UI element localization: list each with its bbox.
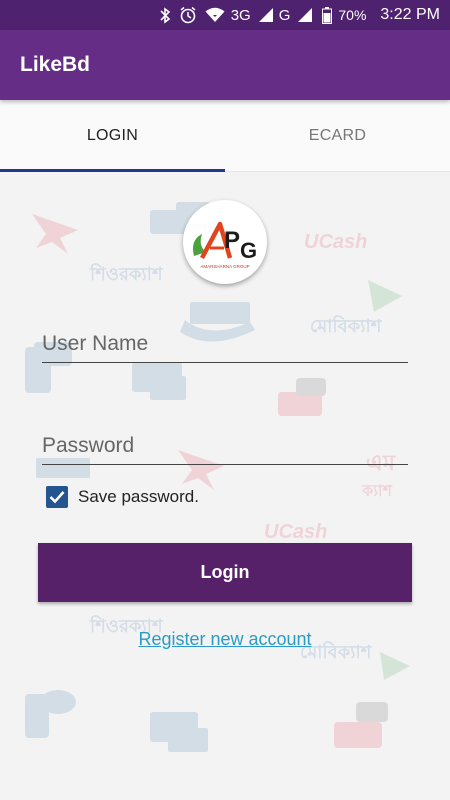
alarm-icon xyxy=(179,6,197,24)
save-password-label: Save password. xyxy=(78,487,199,506)
bird-icon xyxy=(32,214,78,254)
card-icon xyxy=(150,712,208,752)
save-password-checkbox[interactable] xyxy=(46,486,68,508)
app-title: LikeBd xyxy=(20,53,91,76)
login-button[interactable]: Login xyxy=(38,543,412,602)
clock-time: 3:22 PM xyxy=(380,6,440,23)
sms-icon xyxy=(25,690,76,738)
signal-icon xyxy=(258,8,273,22)
username-field-wrapper xyxy=(42,328,408,363)
network-3g-label: 3G xyxy=(230,6,251,24)
wifi-icon xyxy=(205,7,225,23)
svg-text:শিওরক্যাশ: শিওরক্যাশ xyxy=(89,263,164,284)
svg-text:ক্যাশ: ক্যাশ xyxy=(361,483,392,500)
save-password-row[interactable]: Save password. xyxy=(46,486,199,508)
tab-ecard[interactable]: ECARD xyxy=(225,100,450,171)
logo-g-letter: G xyxy=(240,238,257,263)
logo-subtext: AMARSHARNA GROUP xyxy=(200,264,249,269)
tab-login[interactable]: LOGIN xyxy=(0,100,225,172)
company-logo: P G AMARSHARNA GROUP xyxy=(183,200,267,284)
svg-text:UCash: UCash xyxy=(264,521,327,543)
bluetooth-icon xyxy=(159,6,171,24)
password-input[interactable] xyxy=(42,430,408,465)
network-g-label: G xyxy=(278,6,291,24)
signal-icon xyxy=(298,8,313,22)
app-bar: LikeBd xyxy=(0,30,450,100)
tab-bar: LOGIN ECARD xyxy=(0,100,450,172)
checkmark-icon xyxy=(49,491,65,504)
register-link[interactable]: Register new account xyxy=(0,629,450,650)
card-icon xyxy=(132,362,186,400)
username-input[interactable] xyxy=(42,328,408,363)
status-bar: 3G G 70% 3:22 PM xyxy=(0,0,450,30)
wallet-icon xyxy=(334,702,388,748)
battery-icon xyxy=(322,6,333,24)
password-field-wrapper xyxy=(42,430,408,465)
apg-logo-icon: P G AMARSHARNA GROUP xyxy=(193,221,257,269)
battery-percent: 70% xyxy=(338,7,367,23)
login-content: UCash UCash শিওরক্যাশ শিওরক্যাশ মোবিক্যাশ মো… xyxy=(0,172,450,800)
logo-p-letter: P xyxy=(224,227,240,254)
svg-text:UCash: UCash xyxy=(304,231,367,253)
wallet-icon xyxy=(278,378,326,416)
